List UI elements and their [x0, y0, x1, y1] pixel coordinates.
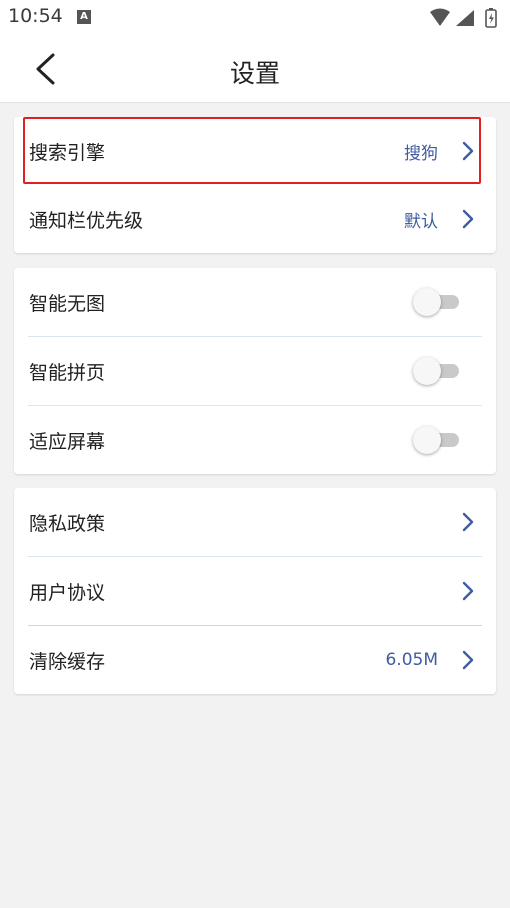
- privacy-policy-row[interactable]: 隐私政策: [14, 488, 496, 556]
- settings-card-about: 隐私政策 用户协议 清除缓存 6.05M: [14, 488, 496, 694]
- cache-size-value: 6.05M: [385, 650, 438, 670]
- privacy-policy-label: 隐私政策: [29, 512, 106, 535]
- toggle-thumb: [413, 357, 441, 385]
- user-agreement-row[interactable]: 用户协议: [14, 557, 496, 625]
- notification-priority-label: 通知栏优先级: [29, 209, 144, 232]
- fit-screen-row: 适应屏幕: [14, 406, 496, 474]
- chevron-right-icon: [462, 209, 474, 229]
- status-icons: [430, 8, 497, 28]
- fit-screen-label: 适应屏幕: [29, 430, 106, 453]
- smart-no-image-row: 智能无图: [14, 268, 496, 336]
- status-bar: 10:54 A: [0, 0, 510, 36]
- chevron-right-icon: [462, 512, 474, 532]
- fit-screen-toggle[interactable]: [413, 426, 459, 454]
- smart-page-join-label: 智能拼页: [29, 361, 106, 384]
- user-agreement-label: 用户协议: [29, 581, 106, 604]
- toggle-thumb: [413, 426, 441, 454]
- smart-no-image-label: 智能无图: [29, 292, 106, 315]
- toggle-thumb: [413, 288, 441, 316]
- chevron-right-icon: [462, 581, 474, 601]
- smart-page-join-toggle[interactable]: [413, 357, 459, 385]
- status-time: 10:54: [8, 5, 63, 27]
- page-title: 设置: [229, 59, 280, 88]
- clear-cache-row[interactable]: 清除缓存 6.05M: [14, 626, 496, 694]
- clear-cache-label: 清除缓存: [29, 650, 106, 673]
- wifi-icon: [430, 8, 450, 26]
- settings-card-display: 智能无图 智能拼页 适应屏幕: [14, 268, 496, 474]
- signal-icon: [456, 10, 474, 26]
- notification-priority-value: 默认: [404, 211, 438, 232]
- notification-icon: A: [77, 10, 91, 24]
- notification-priority-row[interactable]: 通知栏优先级 默认: [14, 185, 496, 253]
- chevron-right-icon: [462, 650, 474, 670]
- smart-page-join-row: 智能拼页: [14, 337, 496, 405]
- smart-no-image-toggle[interactable]: [413, 288, 459, 316]
- header: 设置: [0, 36, 510, 103]
- selection-highlight: [23, 117, 481, 184]
